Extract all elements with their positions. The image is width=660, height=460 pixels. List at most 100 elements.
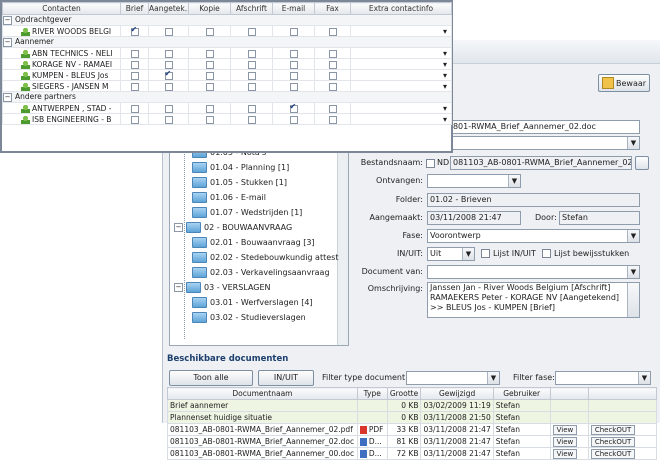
view-button[interactable]: View bbox=[552, 436, 578, 447]
brief-checkbox[interactable] bbox=[130, 60, 139, 69]
chevron-down-icon[interactable]: ▾ bbox=[443, 82, 451, 91]
document-title-field[interactable]: _AB-0801-RWMA_Brief_Aannemer_02.doc bbox=[427, 120, 640, 134]
column-header-col6[interactable]: Fax bbox=[314, 2, 351, 15]
tree-item[interactable]: 02.03 - Verkavelingsaanvraag bbox=[192, 266, 330, 278]
aangetekend-checkbox[interactable] bbox=[164, 82, 173, 91]
afschrift-checkbox[interactable] bbox=[247, 82, 256, 91]
aangetekend-checkbox[interactable] bbox=[164, 115, 173, 124]
fax-checkbox[interactable] bbox=[328, 49, 337, 58]
chevron-down-icon[interactable]: ▾ bbox=[443, 104, 451, 113]
filter-type-select[interactable]: ▼ bbox=[406, 371, 500, 385]
omschrijving-field[interactable]: Janssen Jan - River Woods Belgium [Afsch… bbox=[427, 282, 640, 318]
checkout-button[interactable]: CheckOUT bbox=[590, 424, 636, 435]
column-header-col1[interactable]: Brief bbox=[120, 2, 149, 15]
column-header-col7[interactable]: Extra contactinfo bbox=[350, 2, 452, 15]
collapse-icon[interactable]: − bbox=[3, 15, 12, 25]
document-van-select[interactable]: ▼ bbox=[427, 265, 640, 279]
collapse-icon[interactable]: − bbox=[3, 92, 12, 102]
afschrift-checkbox[interactable] bbox=[247, 104, 256, 113]
tree-item[interactable]: 02.02 - Stedebouwkundig attest bbox=[192, 251, 338, 263]
fax-checkbox[interactable] bbox=[328, 71, 337, 80]
lijst-inuit-checkbox[interactable] bbox=[481, 249, 490, 258]
scrollbar[interactable] bbox=[627, 283, 639, 317]
tree-item[interactable]: 01.07 - Wedstrijden [1] bbox=[192, 206, 302, 218]
ontvangen-date-field[interactable]: ▼ bbox=[427, 174, 521, 188]
brief-checkbox[interactable] bbox=[130, 49, 139, 58]
afschrift-checkbox[interactable] bbox=[247, 49, 256, 58]
tree-item[interactable]: 01.04 - Planning [1] bbox=[192, 161, 289, 173]
email-checkbox[interactable] bbox=[289, 27, 298, 36]
kopie-checkbox[interactable] bbox=[205, 49, 214, 58]
view-button[interactable]: View bbox=[552, 448, 578, 459]
column-header-col2[interactable]: Aangetek... bbox=[148, 2, 189, 15]
afschrift-checkbox[interactable] bbox=[247, 115, 256, 124]
bestandsnaam-field[interactable]: 081103_AB-0801-RWMA_Brief_Aannemer_02.do… bbox=[450, 156, 632, 170]
inuit-button[interactable]: IN/UIT bbox=[258, 370, 314, 386]
tree-item[interactable]: 01.06 - E-mail bbox=[192, 191, 266, 203]
aangetekend-checkbox[interactable] bbox=[164, 71, 173, 80]
brief-checkbox[interactable] bbox=[130, 82, 139, 91]
fax-checkbox[interactable] bbox=[328, 82, 337, 91]
nd-checkbox[interactable] bbox=[426, 159, 435, 168]
column-header-type[interactable]: Type bbox=[356, 387, 388, 400]
brief-checkbox[interactable] bbox=[130, 27, 139, 36]
tree-item[interactable]: 03.02 - Studieverslagen bbox=[192, 311, 306, 323]
table-row[interactable]: Plannenset huidige situatie 0 KB 03/11/200… bbox=[167, 411, 658, 424]
afschrift-checkbox[interactable] bbox=[247, 60, 256, 69]
tree-item[interactable]: 03.01 - Werfverslagen [4] bbox=[192, 296, 313, 308]
email-checkbox[interactable] bbox=[289, 49, 298, 58]
table-row[interactable]: 081103_AB-0801-RWMA_Brief_Aannemer_02.do… bbox=[167, 435, 658, 448]
save-button[interactable]: Bewaar bbox=[598, 74, 650, 92]
table-row[interactable]: Brief aannemer 0 KB 03/02/2009 11:19 Stefan bbox=[167, 399, 658, 412]
kopie-checkbox[interactable] bbox=[205, 82, 214, 91]
fax-checkbox[interactable] bbox=[328, 27, 337, 36]
column-header-contacten[interactable]: Contacten bbox=[2, 2, 121, 15]
column-header-col3[interactable]: Kopie bbox=[188, 2, 231, 15]
kopie-checkbox[interactable] bbox=[205, 104, 214, 113]
table-row[interactable]: 081103_AB-0801-RWMA_Brief_Aannemer_02.pd… bbox=[167, 423, 658, 436]
kopie-checkbox[interactable] bbox=[205, 71, 214, 80]
checkout-button[interactable]: CheckOUT bbox=[590, 436, 636, 447]
checkout-button[interactable]: CheckOUT bbox=[590, 448, 636, 459]
afschrift-checkbox[interactable] bbox=[247, 71, 256, 80]
column-header-col4[interactable]: Afschrift bbox=[230, 2, 273, 15]
chevron-down-icon[interactable]: ▾ bbox=[443, 115, 451, 124]
inuit-select[interactable]: Uit ▼ bbox=[427, 247, 475, 261]
chevron-down-icon[interactable]: ▾ bbox=[443, 27, 451, 36]
chevron-down-icon[interactable]: ▾ bbox=[443, 71, 451, 80]
browse-button[interactable] bbox=[635, 156, 649, 170]
aangetekend-checkbox[interactable] bbox=[164, 49, 173, 58]
column-header-gewijzigd[interactable]: Gewijzigd bbox=[420, 387, 494, 400]
lijst-bewijs-checkbox[interactable] bbox=[542, 249, 551, 258]
email-checkbox[interactable] bbox=[289, 115, 298, 124]
toon-alle-documenten-button[interactable]: Toon alle documenten bbox=[169, 370, 253, 396]
fax-checkbox[interactable] bbox=[328, 60, 337, 69]
brief-checkbox[interactable] bbox=[130, 71, 139, 80]
kopie-checkbox[interactable] bbox=[205, 27, 214, 36]
collapse-icon[interactable]: − bbox=[3, 37, 12, 47]
column-header-col5[interactable]: E-mail bbox=[272, 2, 315, 15]
kopie-checkbox[interactable] bbox=[205, 115, 214, 124]
view-button[interactable]: View bbox=[552, 424, 578, 435]
folder-tree[interactable]: 01.02 - Brieven [3]01.03 - Nota's01.04 -… bbox=[169, 128, 349, 346]
collapse-icon[interactable]: − bbox=[174, 222, 183, 232]
fax-checkbox[interactable] bbox=[328, 104, 337, 113]
email-checkbox[interactable] bbox=[289, 71, 298, 80]
afschrift-checkbox[interactable] bbox=[247, 27, 256, 36]
aangetekend-checkbox[interactable] bbox=[164, 60, 173, 69]
chevron-down-icon[interactable]: ▾ bbox=[443, 60, 451, 69]
column-header-grootte[interactable]: Grootte bbox=[386, 387, 422, 400]
email-checkbox[interactable] bbox=[289, 60, 298, 69]
aangetekend-checkbox[interactable] bbox=[164, 104, 173, 113]
tree-item[interactable]: − 02 - BOUWAANVRAAG bbox=[174, 221, 292, 233]
column-header-documentnaam[interactable]: Documentnaam bbox=[167, 387, 358, 400]
email-checkbox[interactable] bbox=[289, 82, 298, 91]
aangetekend-checkbox[interactable] bbox=[164, 27, 173, 36]
table-row[interactable]: 081103_AB-0801-RWMA_Brief_Aannemer_00.do… bbox=[167, 447, 658, 460]
fax-checkbox[interactable] bbox=[328, 115, 337, 124]
chevron-down-icon[interactable]: ▾ bbox=[443, 49, 451, 58]
fase-select[interactable]: Voorontwerp ▼ bbox=[427, 229, 640, 243]
tree-item[interactable]: − 03 - VERSLAGEN bbox=[174, 281, 271, 293]
collapse-icon[interactable]: − bbox=[174, 282, 183, 292]
tree-item[interactable]: 01.05 - Stukken [1] bbox=[192, 176, 287, 188]
